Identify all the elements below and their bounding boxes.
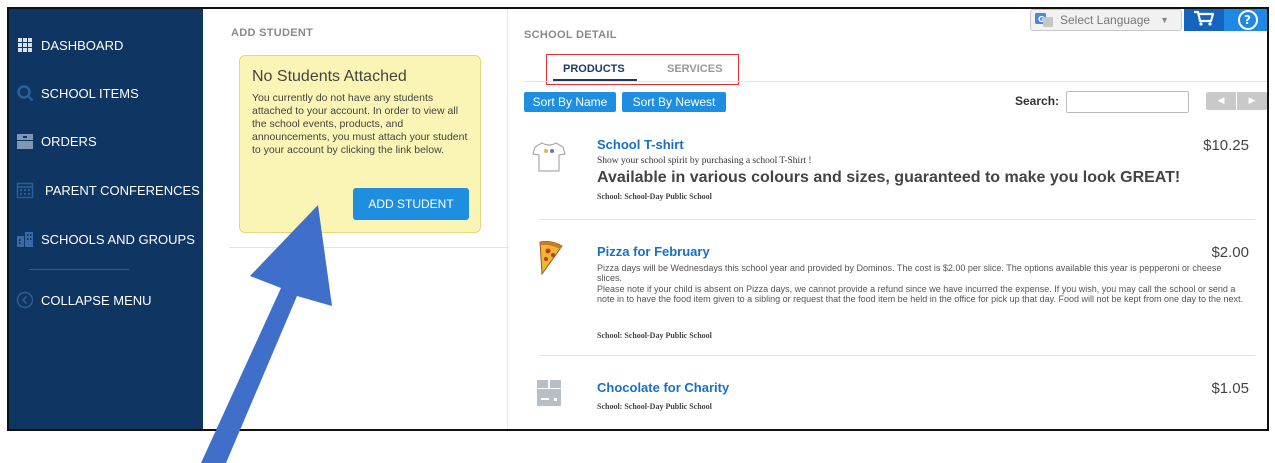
tshirt-icon bbox=[529, 137, 569, 177]
tab-underline bbox=[524, 81, 1267, 82]
sidebar-item-dashboard[interactable]: DASHBOARD bbox=[9, 30, 203, 60]
tab-services[interactable]: SERVICES bbox=[667, 63, 722, 75]
product-name[interactable]: Chocolate for Charity bbox=[597, 380, 729, 395]
cart-button[interactable] bbox=[1184, 9, 1224, 31]
sidebar-item-label: SCHOOL ITEMS bbox=[41, 85, 139, 101]
product-item: Pizza for February $2.00 Pizza days will… bbox=[529, 241, 1249, 344]
search-label: Search: bbox=[1015, 94, 1060, 108]
product-highlight: Available in various colours and sizes, … bbox=[597, 169, 1181, 186]
no-students-notice: No Students Attached You currently do no… bbox=[239, 55, 481, 233]
sidebar-item-collapse-menu[interactable]: COLLAPSE MENU bbox=[9, 285, 203, 315]
product-school: School: School-Day Public School bbox=[597, 402, 712, 411]
help-glyph: ? bbox=[1244, 13, 1251, 27]
cart-icon bbox=[1193, 10, 1215, 30]
notice-text: You currently do not have any students a… bbox=[252, 92, 468, 156]
sort-by-name-button[interactable]: Sort By Name bbox=[524, 92, 616, 112]
product-school: School: School-Day Public School bbox=[597, 331, 712, 340]
sidebar-item-label: PARENT CONFERENCES bbox=[45, 182, 200, 198]
box-icon bbox=[15, 131, 35, 151]
product-price: $2.00 bbox=[1211, 244, 1249, 261]
product-item: School T-shirt $10.25 Show your school s… bbox=[529, 137, 1249, 207]
language-selector[interactable]: G Select Language ▼ bbox=[1030, 9, 1182, 31]
language-label: Select Language bbox=[1060, 13, 1151, 27]
sidebar-divider bbox=[29, 269, 129, 270]
translate-icon: G bbox=[1035, 13, 1053, 27]
product-name[interactable]: School T-shirt bbox=[597, 137, 684, 152]
add-student-heading: ADD STUDENT bbox=[231, 27, 314, 39]
column-divider-line bbox=[229, 247, 509, 248]
sidebar-item-label: SCHOOLS AND GROUPS bbox=[41, 231, 195, 247]
add-student-button[interactable]: ADD STUDENT bbox=[353, 188, 469, 220]
sidebar-item-school-items[interactable]: SCHOOL ITEMS bbox=[9, 78, 203, 108]
search-input[interactable] bbox=[1066, 91, 1189, 113]
product-separator bbox=[539, 355, 1255, 356]
package-icon bbox=[529, 373, 569, 413]
tab-products[interactable]: PRODUCTS bbox=[563, 63, 625, 75]
product-description-para: Pizza days will be Wednesdays this schoo… bbox=[597, 263, 1222, 284]
pizza-icon bbox=[529, 238, 569, 278]
sidebar-item-orders[interactable]: ORDERS bbox=[9, 126, 203, 156]
product-description: Pizza days will be Wednesdays this schoo… bbox=[597, 263, 1247, 305]
app-window: DASHBOARD SCHOOL ITEMS ORDERS PARENT CON… bbox=[7, 7, 1269, 431]
sidebar-item-schools-and-groups[interactable]: SCHOOLS AND GROUPS bbox=[9, 224, 203, 254]
product-price: $1.05 bbox=[1211, 380, 1249, 397]
building-icon bbox=[15, 229, 35, 249]
column-divider bbox=[507, 9, 508, 429]
product-description: Show your school spirit by purchasing a … bbox=[597, 156, 812, 166]
product-description-para: Please note if your child is absent on P… bbox=[597, 283, 1244, 305]
dropdown-arrow: ▼ bbox=[1160, 15, 1169, 25]
search-icon bbox=[15, 83, 35, 103]
chevron-left-circle-icon bbox=[15, 290, 35, 310]
product-school: School: School-Day Public School bbox=[597, 192, 712, 201]
pager-prev-button[interactable]: ◀ bbox=[1206, 92, 1236, 110]
notice-title: No Students Attached bbox=[252, 68, 407, 85]
grid-icon bbox=[15, 35, 35, 55]
sidebar-item-parent-conferences[interactable]: PARENT CONFERENCES bbox=[9, 175, 203, 205]
calendar-icon bbox=[15, 180, 35, 200]
product-item: Chocolate for Charity $1.05 School: Scho… bbox=[529, 380, 1249, 420]
product-name[interactable]: Pizza for February bbox=[597, 244, 710, 259]
product-price: $10.25 bbox=[1203, 137, 1249, 154]
sidebar: DASHBOARD SCHOOL ITEMS ORDERS PARENT CON… bbox=[9, 9, 203, 429]
sidebar-item-label: DASHBOARD bbox=[41, 37, 124, 53]
help-icon: ? bbox=[1237, 10, 1258, 30]
product-separator bbox=[539, 219, 1255, 220]
help-button[interactable]: ? bbox=[1224, 9, 1267, 31]
school-detail-heading: SCHOOL DETAIL bbox=[524, 29, 617, 41]
pager-next-button[interactable]: ▶ bbox=[1237, 92, 1267, 110]
sidebar-item-label: COLLAPSE MENU bbox=[41, 292, 152, 308]
sort-by-newest-button[interactable]: Sort By Newest bbox=[622, 92, 726, 112]
sidebar-item-label: ORDERS bbox=[41, 133, 97, 149]
